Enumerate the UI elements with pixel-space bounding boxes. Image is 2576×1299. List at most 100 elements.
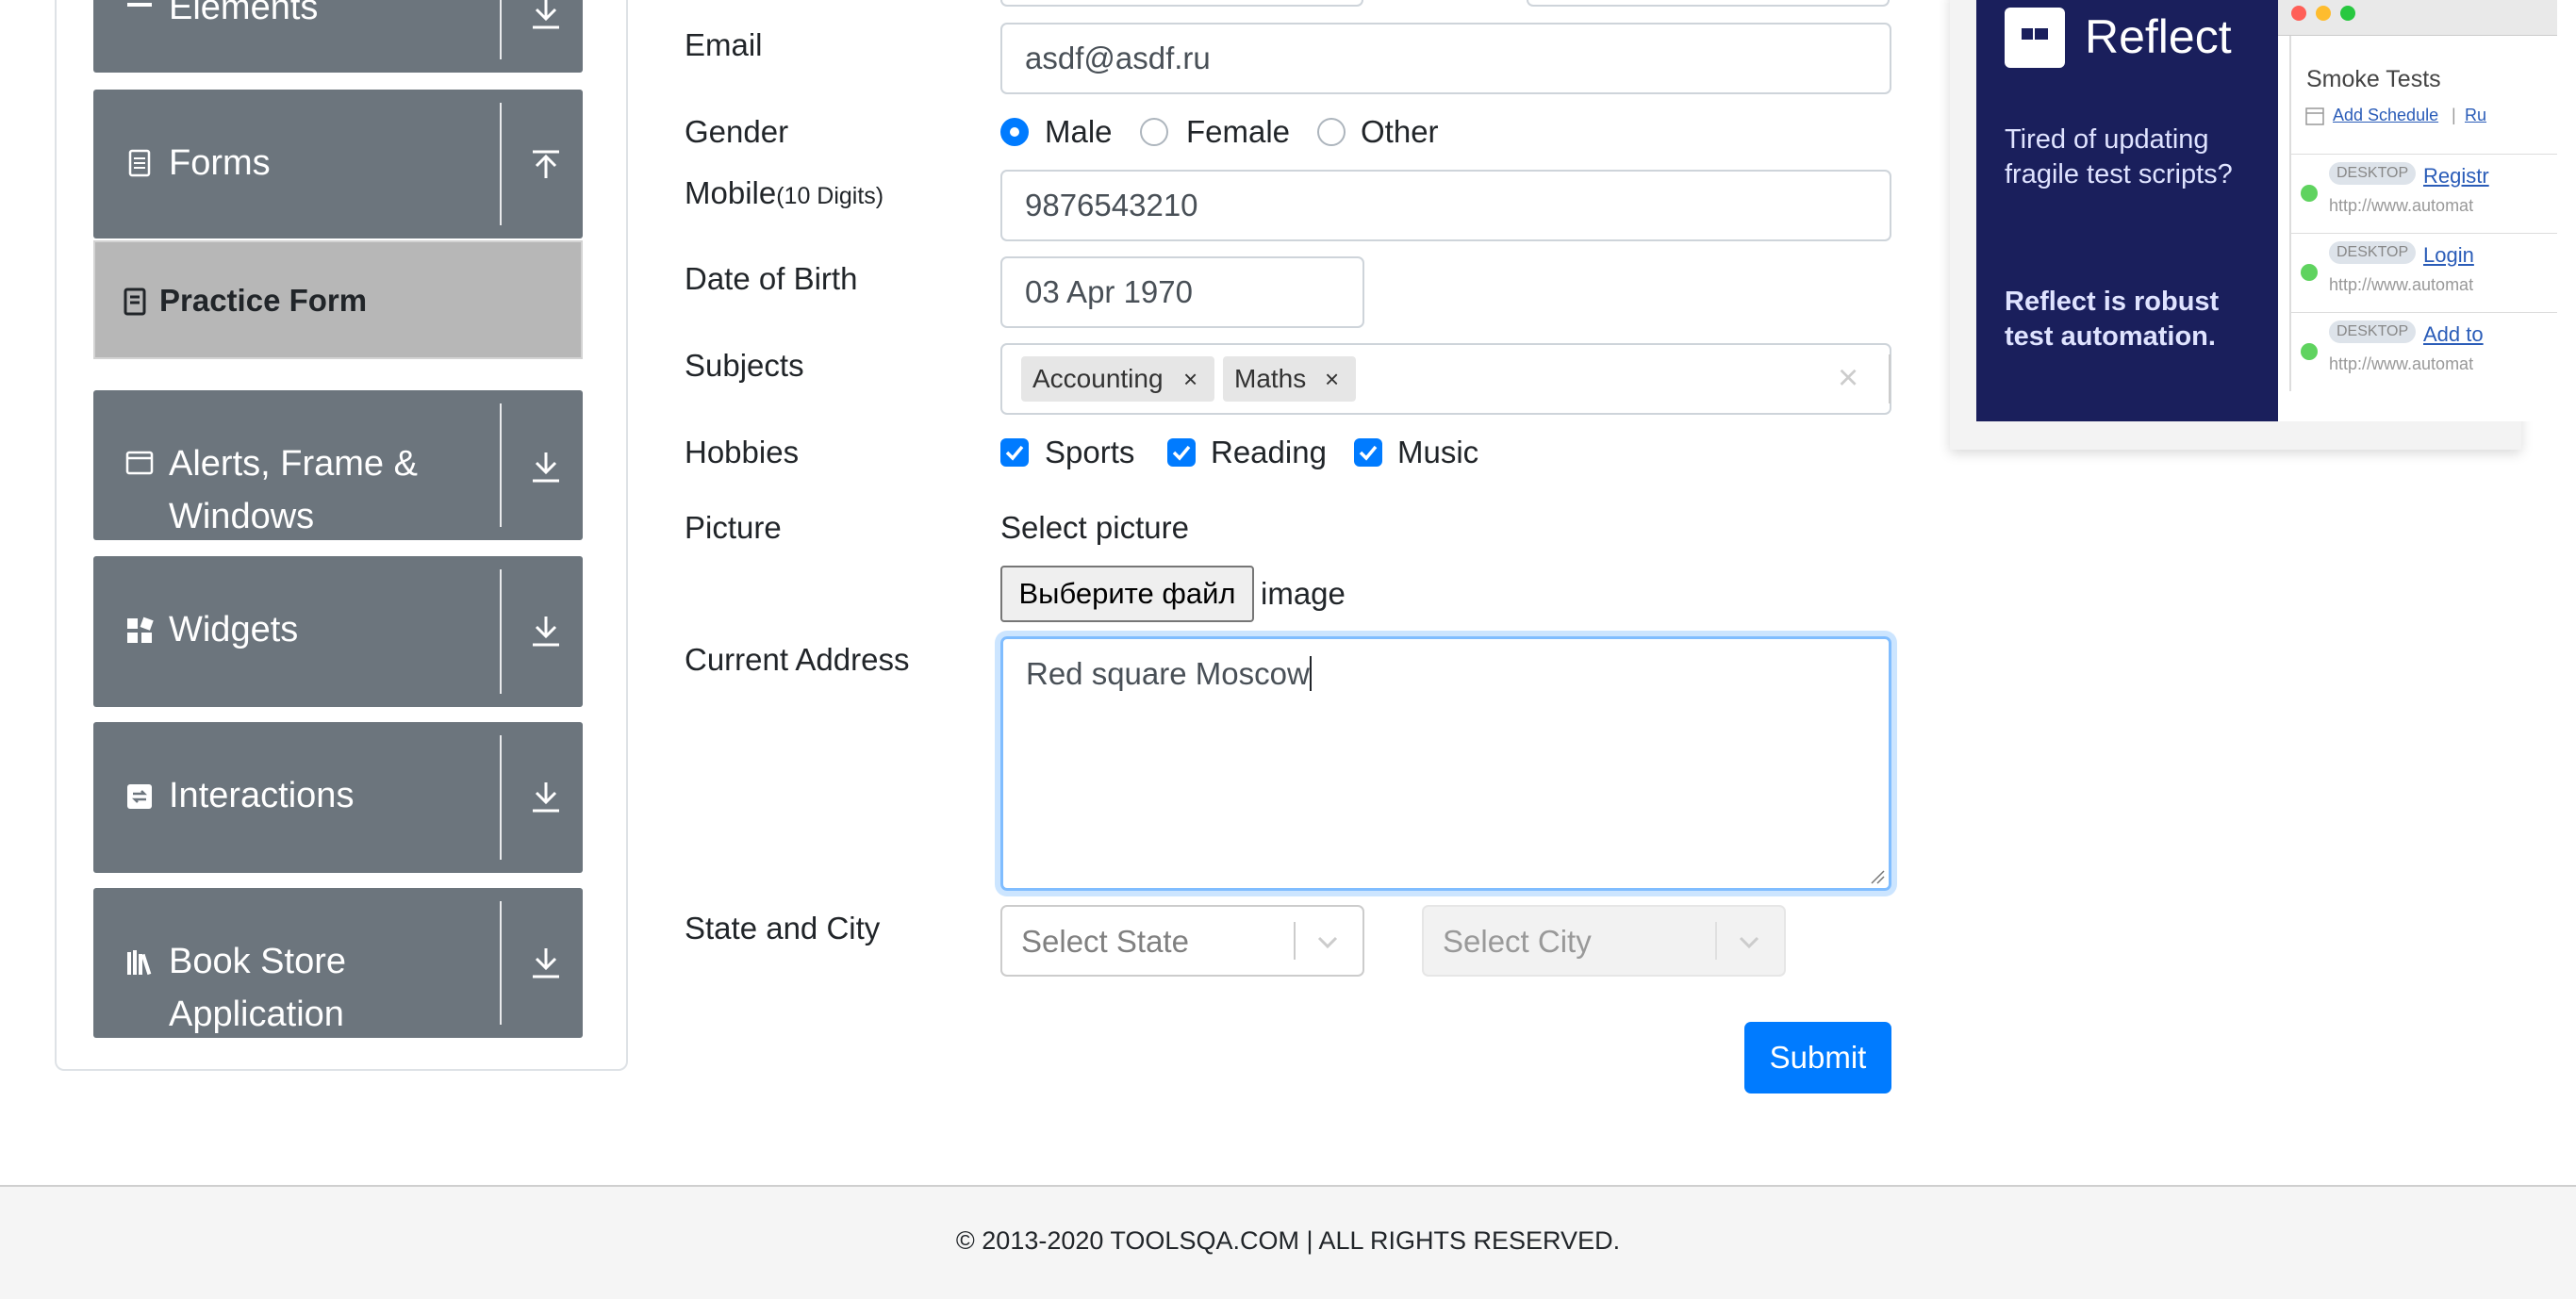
- state-placeholder: Select State: [1021, 924, 1189, 959]
- widgets-icon: [127, 617, 154, 643]
- address-value: Red square Moscow: [1026, 656, 1310, 691]
- subject-chip: Accounting ×: [1021, 356, 1214, 402]
- divider: [1715, 922, 1717, 960]
- status-dot: [2301, 264, 2318, 281]
- gender-male-label[interactable]: Male: [1045, 113, 1113, 151]
- mobile-value: 9876543210: [1025, 188, 1198, 222]
- download-arrow-icon[interactable]: [527, 449, 565, 486]
- divider: [500, 403, 502, 527]
- ad-brand: Reflect: [2085, 10, 2232, 63]
- sidebar-group-label: Forms: [169, 143, 271, 183]
- interactions-icon: [127, 784, 152, 809]
- gender-other-label[interactable]: Other: [1361, 113, 1439, 151]
- download-arrow-icon[interactable]: [527, 0, 565, 33]
- gender-male-radio[interactable]: [1000, 118, 1029, 146]
- sidebar-item-label: Practice Form: [159, 283, 368, 318]
- desktop-badge: DESKTOP: [2329, 162, 2417, 185]
- desktop-badge: DESKTOP: [2329, 321, 2417, 343]
- test-name[interactable]: Login: [2423, 243, 2474, 268]
- divider: [1294, 922, 1296, 960]
- sidebar-group-book-store[interactable]: Book Store Application: [93, 888, 583, 1038]
- hobby-sports-checkbox[interactable]: [1000, 438, 1029, 467]
- email-input[interactable]: asdf@asdf.ru: [1000, 23, 1891, 94]
- test-name[interactable]: Add to: [2423, 322, 2484, 347]
- submit-button[interactable]: Submit: [1744, 1022, 1891, 1093]
- copyright-text: © 2013-2020 TOOLSQA.COM | ALL RIGHTS RES…: [955, 1226, 1621, 1255]
- status-dot: [2301, 185, 2318, 202]
- remove-chip-icon[interactable]: ×: [1325, 365, 1339, 394]
- mock-titlebar: [2278, 0, 2557, 36]
- upload-arrow-icon[interactable]: [527, 146, 565, 184]
- state-city-label: State and City: [685, 911, 881, 945]
- hobby-music-checkbox[interactable]: [1354, 438, 1382, 467]
- date-of-birth-input[interactable]: 03 Apr 1970: [1000, 256, 1364, 328]
- download-arrow-icon[interactable]: [527, 613, 565, 650]
- hobby-sports-label[interactable]: Sports: [1045, 434, 1134, 471]
- sidebar-item-practice-form[interactable]: Practice Form: [93, 240, 583, 359]
- choose-file-button[interactable]: Выберите файл: [1000, 566, 1254, 622]
- sidebar-group-alerts[interactable]: Alerts, Frame & Windows: [93, 390, 583, 540]
- gender-female-label[interactable]: Female: [1186, 113, 1290, 151]
- test-url: http://www.automat: [2329, 354, 2474, 373]
- divider: [500, 0, 502, 59]
- ad-dark-panel: Reflect Tired of updating fragile test s…: [1976, 0, 2278, 421]
- run-link[interactable]: Ru: [2465, 106, 2486, 125]
- sidebar-group-label: Widgets: [169, 610, 299, 650]
- mobile-input[interactable]: 9876543210: [1000, 170, 1891, 241]
- hobby-reading-label[interactable]: Reading: [1211, 434, 1327, 471]
- selected-file-name: image: [1261, 576, 1346, 611]
- list-icon: [127, 3, 152, 7]
- sidebar-group-interactions[interactable]: Interactions: [93, 722, 583, 873]
- email-value: asdf@asdf.ru: [1025, 41, 1211, 75]
- desktop-badge: DESKTOP: [2329, 241, 2417, 264]
- gender-other-radio[interactable]: [1317, 118, 1346, 146]
- sidebar-group-elements[interactable]: Elements: [93, 0, 583, 73]
- remove-chip-icon[interactable]: ×: [1183, 365, 1197, 394]
- state-select[interactable]: Select State: [1000, 905, 1364, 977]
- divider: [500, 569, 502, 694]
- test-row: DESKTOP Login http://www.automat: [2289, 233, 2557, 312]
- close-dot: [2291, 6, 2306, 21]
- sidebar-group-forms[interactable]: Forms: [93, 90, 583, 238]
- current-address-textarea[interactable]: Red square Moscow: [1000, 636, 1891, 891]
- current-address-label: Current Address: [685, 642, 910, 677]
- last-name-input[interactable]: [1527, 0, 1890, 7]
- chevron-down-icon[interactable]: [1735, 928, 1763, 956]
- first-name-input[interactable]: [1000, 0, 1363, 7]
- download-arrow-icon[interactable]: [527, 945, 565, 982]
- test-row: DESKTOP Add to http://www.automat: [2289, 312, 2557, 391]
- sidebar-group-widgets[interactable]: Widgets: [93, 556, 583, 707]
- reflect-logo-icon: [2005, 8, 2065, 68]
- link-separator: |: [2452, 106, 2456, 124]
- city-placeholder: Select City: [1443, 924, 1592, 959]
- suite-header: Smoke Tests Add Schedule | Ru: [2289, 36, 2557, 154]
- reflect-ad[interactable]: Reflect Tired of updating fragile test s…: [1950, 0, 2557, 450]
- sidebar-group-label: Elements: [169, 0, 319, 27]
- chevron-down-icon[interactable]: [1313, 928, 1342, 956]
- sidebar-group-label: Alerts, Frame & Windows: [169, 444, 418, 536]
- subjects-input[interactable]: Accounting × Maths × ×: [1000, 343, 1891, 415]
- mobile-label: Mobile(10 Digits): [685, 174, 883, 215]
- test-name[interactable]: Registr: [2423, 164, 2489, 189]
- resize-handle-icon[interactable]: [1870, 869, 1885, 884]
- hobby-reading-checkbox[interactable]: [1167, 438, 1196, 467]
- test-row: DESKTOP Registr http://www.automat: [2289, 154, 2557, 233]
- sidebar-group-label: Book Store Application: [169, 942, 346, 1034]
- picture-label: Picture: [685, 510, 782, 545]
- gender-female-radio[interactable]: [1140, 118, 1168, 146]
- city-select[interactable]: Select City: [1422, 905, 1786, 977]
- subject-chip: Maths ×: [1223, 356, 1356, 402]
- suite-title: Smoke Tests: [2306, 66, 2441, 92]
- subject-chip-label: Maths: [1234, 364, 1307, 393]
- form-icon: [124, 288, 146, 316]
- text-cursor: [1309, 656, 1312, 691]
- dob-value: 03 Apr 1970: [1025, 274, 1193, 309]
- add-schedule-link[interactable]: Add Schedule: [2333, 106, 2438, 125]
- page-footer: © 2013-2020 TOOLSQA.COM | ALL RIGHTS RES…: [0, 1185, 2576, 1299]
- document-icon: [128, 149, 151, 177]
- download-arrow-icon[interactable]: [527, 779, 565, 816]
- test-url: http://www.automat: [2329, 196, 2474, 215]
- clear-subjects-icon[interactable]: ×: [1838, 358, 1858, 399]
- hobby-music-label[interactable]: Music: [1397, 434, 1478, 471]
- dob-label: Date of Birth: [685, 261, 858, 296]
